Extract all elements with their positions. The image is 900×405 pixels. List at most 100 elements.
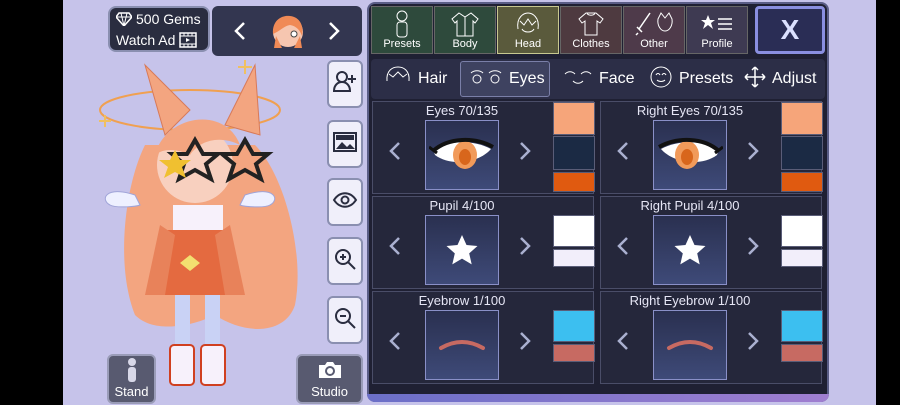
gems-count: 500 Gems	[136, 10, 201, 27]
color-swatch-2[interactable]	[553, 344, 595, 362]
color-swatch-1[interactable]	[781, 215, 823, 247]
prev-option-button[interactable]	[383, 326, 407, 356]
next-option-button[interactable]	[513, 231, 537, 261]
add-character-button[interactable]	[327, 60, 363, 108]
prev-option-button[interactable]	[611, 326, 635, 356]
stand-button[interactable]: Stand	[107, 354, 156, 404]
zoom-in-icon	[333, 247, 357, 276]
color-swatch-1[interactable]	[553, 215, 595, 247]
option-cell-right-eyebrow: Right Eyebrow 1/100	[600, 291, 823, 384]
color-swatch-2[interactable]	[781, 344, 823, 362]
eyebrow-icon	[667, 340, 713, 350]
color-swatch-3[interactable]	[781, 172, 823, 192]
prev-option-button[interactable]	[383, 136, 407, 166]
eye-thumbnail-icon	[429, 137, 494, 169]
category-presets[interactable]: Presets	[371, 6, 433, 54]
subtab-adjust[interactable]: Adjust	[744, 61, 816, 97]
option-thumbnail[interactable]	[425, 215, 499, 285]
close-icon: X	[780, 14, 800, 45]
subtab-face[interactable]: Face	[563, 61, 635, 97]
video-icon	[179, 31, 198, 48]
zoom-out-button[interactable]	[327, 296, 363, 344]
prev-option-button[interactable]	[383, 231, 407, 261]
hair-outline-icon	[384, 65, 412, 94]
category-profile[interactable]: Profile	[686, 6, 748, 54]
category-body[interactable]: Body	[434, 6, 496, 54]
category-label: Other	[640, 38, 668, 50]
subtab-label: Eyes	[509, 70, 545, 87]
screen-border-left	[0, 0, 63, 405]
gem-icon	[116, 11, 132, 26]
next-option-button[interactable]	[741, 326, 765, 356]
next-option-button[interactable]	[741, 136, 765, 166]
zoom-out-icon	[333, 306, 357, 335]
option-title: Right Eyes 70/135	[636, 103, 744, 118]
color-swatch-2[interactable]	[781, 249, 823, 267]
option-cell-eyes: Eyes 70/135	[372, 101, 595, 194]
person-icon	[372, 7, 432, 41]
color-swatch-2[interactable]	[781, 136, 823, 170]
subtab-label: Hair	[418, 70, 448, 87]
prev-option-button[interactable]	[611, 136, 635, 166]
watch-ad-label: Watch Ad	[116, 31, 176, 48]
star-list-icon	[687, 7, 747, 38]
next-option-button[interactable]	[741, 231, 765, 261]
close-button[interactable]: X	[755, 6, 825, 54]
eye-thumbnail-icon	[658, 137, 723, 169]
add-user-icon	[332, 69, 358, 100]
option-thumbnail[interactable]	[653, 310, 727, 380]
character-preview[interactable]	[95, 55, 325, 400]
option-thumbnail[interactable]	[425, 310, 499, 380]
category-other[interactable]: Other	[623, 6, 685, 54]
visibility-button[interactable]	[327, 178, 363, 226]
screen-border-right	[876, 0, 900, 405]
studio-button[interactable]: Studio	[296, 354, 363, 404]
color-swatch-1[interactable]	[781, 310, 823, 342]
option-thumbnail[interactable]	[425, 120, 499, 190]
color-swatch-1[interactable]	[781, 102, 823, 135]
color-swatch-2[interactable]	[553, 249, 595, 267]
move-icon	[744, 65, 766, 93]
next-option-button[interactable]	[513, 136, 537, 166]
category-head[interactable]: Head	[497, 6, 559, 54]
currency-box[interactable]: 500 Gems Watch Ad	[108, 6, 210, 52]
category-label: Body	[452, 38, 478, 50]
face-icon	[563, 68, 593, 91]
jacket-icon	[435, 7, 495, 40]
preset-selector	[212, 6, 362, 56]
option-title: Right Pupil 4/100	[640, 198, 740, 213]
subtab-hair[interactable]: Hair	[384, 61, 447, 97]
color-swatch-2[interactable]	[553, 136, 595, 170]
background-button[interactable]	[327, 120, 363, 168]
next-option-button[interactable]	[513, 326, 537, 356]
next-preset-button[interactable]	[322, 16, 346, 46]
category-label: Head	[514, 38, 542, 50]
option-thumbnail[interactable]	[653, 120, 727, 190]
prev-option-button[interactable]	[611, 231, 635, 261]
option-title: Pupil 4/100	[429, 198, 495, 213]
eye-icon	[332, 191, 358, 214]
color-swatch-1[interactable]	[553, 102, 595, 135]
category-label: Clothes	[572, 38, 610, 50]
option-title: Eyes 70/135	[425, 103, 499, 118]
category-clothes[interactable]: Clothes	[560, 6, 622, 54]
option-cell-eyebrow: Eyebrow 1/100	[372, 291, 595, 384]
subtab-eyes[interactable]: Eyes	[460, 61, 550, 97]
eyes-icon	[469, 68, 503, 91]
panel-bottom-bar	[367, 394, 829, 402]
color-swatch-1[interactable]	[553, 310, 595, 342]
character-face-icon	[268, 12, 308, 52]
sword-cat-icon	[624, 7, 684, 40]
color-swatch-3[interactable]	[553, 172, 595, 192]
shirt-icon	[561, 7, 621, 40]
smiley-icon	[649, 65, 673, 94]
subtab-presets[interactable]: Presets	[649, 61, 733, 97]
option-title: Eyebrow 1/100	[418, 293, 506, 308]
option-thumbnail[interactable]	[653, 215, 727, 285]
image-icon	[332, 131, 358, 158]
subtab-label: Adjust	[772, 70, 817, 87]
star-icon	[446, 235, 478, 265]
eyebrow-icon	[439, 340, 485, 350]
prev-preset-button[interactable]	[228, 16, 252, 46]
zoom-in-button[interactable]	[327, 237, 363, 285]
